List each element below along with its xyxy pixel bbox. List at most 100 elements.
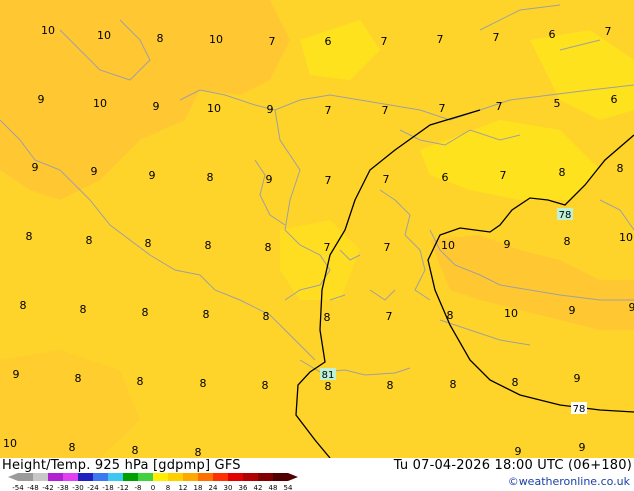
temperature-value: 10 (97, 29, 111, 42)
temperature-value: 8 (387, 379, 394, 392)
temperature-value: 7 (493, 31, 500, 44)
temperature-value: 8 (200, 377, 207, 390)
temperature-value: 9 (267, 103, 274, 116)
temperature-value: 7 (381, 35, 388, 48)
colorbar-segment (243, 473, 258, 481)
temperature-value: 8 (137, 375, 144, 388)
temperature-value: 6 (611, 93, 618, 106)
temperature-value: 9 (266, 173, 273, 186)
temperature-value: 8 (325, 380, 332, 393)
temperature-value: 7 (269, 35, 276, 48)
temperature-value: 8 (86, 234, 93, 247)
temperature-value: 8 (26, 230, 33, 243)
temperature-value: 10 (209, 33, 223, 46)
temperature-value: 9 (153, 100, 160, 113)
temperature-value: 8 (142, 306, 149, 319)
temperature-value: 10 (619, 231, 633, 244)
temperature-value: 7 (386, 310, 393, 323)
temperature-value: 8 (203, 308, 210, 321)
colorbar-segment (18, 473, 33, 481)
temperature-value: 8 (157, 32, 164, 45)
colorbar-arrow-left (8, 473, 18, 481)
svg-text:78: 78 (559, 210, 572, 221)
temperature-value: 8 (75, 372, 82, 385)
colorbar-segment (48, 473, 63, 481)
colorbar-segment (273, 473, 288, 481)
temperature-value: 8 (207, 171, 214, 184)
temperature-value: 7 (382, 104, 389, 117)
temperature-value: 9 (629, 301, 634, 314)
temperature-value: 9 (149, 169, 156, 182)
credit-link[interactable]: ©weatheronline.co.uk (508, 475, 630, 488)
temperature-value: 8 (20, 299, 27, 312)
temperature-value: 7 (496, 100, 503, 113)
temperature-value: 9 (515, 445, 522, 458)
temperature-value: 8 (559, 166, 566, 179)
temperature-value: 7 (324, 241, 331, 254)
temperature-value: 8 (205, 239, 212, 252)
temperature-value: 10 (41, 24, 55, 37)
weather-map: 78 81 78 1010810767776791091097777569998… (0, 0, 634, 458)
temperature-value: 6 (442, 171, 449, 184)
colorbar-segment (168, 473, 183, 481)
colorbar-arrow-right (288, 473, 298, 481)
temperature-value: 8 (80, 303, 87, 316)
colorbar-segment (153, 473, 168, 481)
temperature-value: 10 (93, 97, 107, 110)
temperature-value: 9 (38, 93, 45, 106)
temperature-value: 8 (564, 235, 571, 248)
temperature-value: 7 (384, 241, 391, 254)
temperature-value: 9 (13, 368, 20, 381)
temperature-value: 8 (262, 379, 269, 392)
temperature-value: 6 (325, 35, 332, 48)
temperature-value: 7 (500, 169, 507, 182)
temperature-value: 9 (32, 161, 39, 174)
temperature-value: 7 (383, 173, 390, 186)
temperature-value: 10 (504, 307, 518, 320)
temperature-value: 9 (91, 165, 98, 178)
colorbar-segment (138, 473, 153, 481)
colorbar-segment (93, 473, 108, 481)
temperature-value: 7 (325, 174, 332, 187)
colorbar-segment (198, 473, 213, 481)
temperature-value: 7 (605, 25, 612, 38)
temperature-value: 10 (3, 437, 17, 450)
temperature-value: 5 (554, 97, 561, 110)
map-valid-time: Tu 07-04-2026 18:00 UTC (06+180) (394, 458, 632, 473)
temperature-value: 8 (145, 237, 152, 250)
contour-label-78-south: 78 (571, 402, 587, 415)
temperature-value: 9 (579, 441, 586, 454)
temperature-value: 8 (265, 241, 272, 254)
temperature-value: 8 (324, 311, 331, 324)
colorbar-segment (183, 473, 198, 481)
temperature-value: 8 (195, 446, 202, 458)
contour-label-78-east: 78 (557, 208, 573, 221)
temperature-value: 8 (617, 162, 624, 175)
temperature-value: 9 (569, 304, 576, 317)
temperature-value: 8 (263, 310, 270, 323)
temperature-value: 9 (574, 372, 581, 385)
temperature-value: 7 (437, 33, 444, 46)
temperature-value: 8 (69, 441, 76, 454)
colorbar-segment (213, 473, 228, 481)
svg-text:78: 78 (573, 404, 586, 415)
temperature-value: 8 (132, 444, 139, 457)
temperature-value: 7 (325, 104, 332, 117)
temperature-value: 9 (504, 238, 511, 251)
temperature-value: 10 (207, 102, 221, 115)
colorbar: -54-48-42-38-30-24-18-12-808121824303642… (8, 471, 298, 491)
temperature-value: 8 (447, 309, 454, 322)
temperature-value: 8 (512, 376, 519, 389)
colorbar-segment (228, 473, 243, 481)
colorbar-segment (258, 473, 273, 481)
temperature-value: 10 (441, 239, 455, 252)
colorbar-segment (123, 473, 138, 481)
temperature-value: 6 (549, 28, 556, 41)
colorbar-segment (78, 473, 93, 481)
temperature-value: 8 (450, 378, 457, 391)
temperature-value: 7 (439, 102, 446, 115)
colorbar-segment (108, 473, 123, 481)
colorbar-segment (63, 473, 78, 481)
footer-bar: Height/Temp. 925 hPa [gdpmp] GFS Tu 07-0… (0, 458, 634, 490)
colorbar-segment (33, 473, 48, 481)
